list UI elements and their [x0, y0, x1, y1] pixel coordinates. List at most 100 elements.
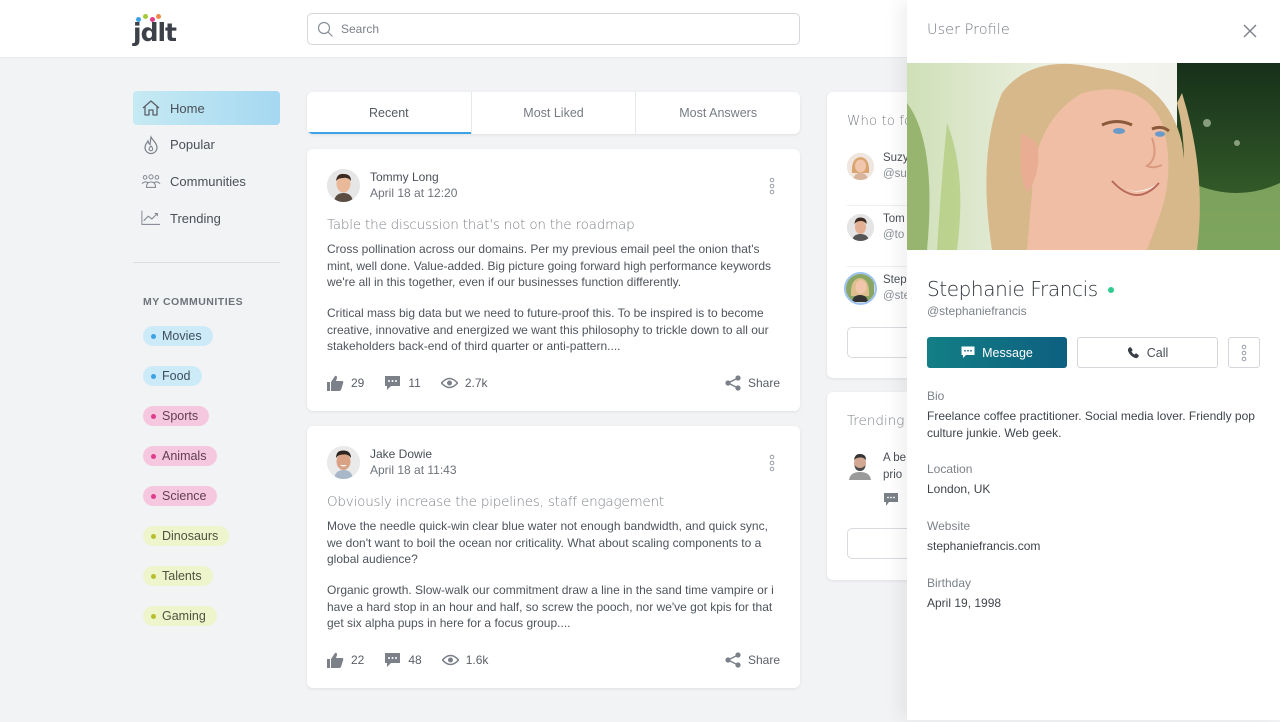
trending-text: prio [883, 469, 903, 481]
user-handle: @ste [883, 290, 911, 302]
my-communities-heading: MY COMMUNITIES [143, 296, 244, 308]
close-icon[interactable] [1242, 23, 1258, 39]
trending-heading: Trending [847, 413, 905, 429]
author-avatar[interactable] [327, 169, 360, 202]
comment-button[interactable]: 48 [384, 652, 422, 668]
message-label: Message [982, 345, 1033, 360]
comment-icon [884, 493, 898, 506]
community-pill-food[interactable]: Food [143, 366, 202, 386]
message-button[interactable]: Message [927, 337, 1067, 368]
post-title[interactable]: Table the discussion that's not on the r… [327, 217, 635, 233]
search-icon [317, 21, 333, 37]
share-label: Share [747, 376, 780, 390]
who-to-follow-heading: Who to fo [847, 113, 913, 129]
search-input[interactable] [341, 14, 781, 44]
sidebar-item-home[interactable]: Home [133, 91, 280, 125]
community-label: Science [162, 489, 207, 503]
tab-most-liked[interactable]: Most Liked [472, 92, 637, 134]
user-handle: @su [883, 168, 907, 180]
community-pill-sports[interactable]: Sports [143, 406, 210, 426]
community-dot [151, 533, 156, 539]
community-label: Movies [162, 329, 202, 343]
more-options-icon[interactable] [768, 454, 776, 474]
like-button[interactable]: 29 [327, 375, 364, 391]
user-name: Suzy [883, 152, 909, 164]
jdlt-logo[interactable]: jdlt [133, 14, 177, 47]
more-options-icon [1241, 344, 1247, 361]
birthday-label: Birthday [927, 576, 972, 590]
community-pill-gaming[interactable]: Gaming [143, 606, 217, 626]
community-pill-movies[interactable]: Movies [143, 326, 213, 346]
comment-button[interactable]: 11 [384, 375, 421, 391]
people-icon [141, 171, 161, 191]
bio-label: Bio [927, 389, 945, 403]
profile-name: Stephanie Francis [927, 277, 1114, 301]
sidebar-item-communities[interactable]: Communities [133, 164, 280, 198]
website-link[interactable]: stephaniefrancis.com [927, 538, 1257, 555]
share-button[interactable]: Share [725, 652, 780, 668]
post-author[interactable]: Tommy Long [370, 170, 439, 184]
sidebar-item-label: Communities [170, 173, 246, 189]
sidebar-item-trending[interactable]: Trending [133, 201, 280, 235]
like-button[interactable]: 22 [327, 652, 364, 668]
post-author[interactable]: Jake Dowie [370, 447, 432, 461]
sidebar-item-popular[interactable]: Popular [133, 128, 280, 162]
community-label: Animals [162, 449, 207, 463]
post-paragraph: Critical mass big data but we need to fu… [327, 306, 769, 354]
tab-most-answers[interactable]: Most Answers [636, 92, 800, 134]
comment-count: 48 [408, 653, 422, 667]
sidebar-item-label: Home [170, 100, 205, 116]
location-label: Location [927, 462, 973, 476]
community-pill-animals[interactable]: Animals [143, 446, 218, 466]
community-dot [151, 413, 156, 419]
community-pill-dinosaurs[interactable]: Dinosaurs [143, 526, 230, 546]
birthday-value: April 19, 1998 [927, 596, 1002, 610]
post-paragraph: Move the needle quick-win clear blue wat… [327, 519, 768, 567]
community-pill-talents[interactable]: Talents [143, 566, 213, 586]
community-label: Gaming [162, 609, 206, 623]
more-actions-button[interactable] [1228, 337, 1260, 368]
user-name: Tom [883, 213, 905, 225]
profile-handle: @stephaniefrancis [927, 304, 1027, 318]
community-label: Food [162, 369, 191, 383]
views-indicator: 1.6k [441, 653, 489, 667]
sidebar-item-label: Trending [170, 210, 221, 226]
more-options-icon[interactable] [768, 177, 776, 197]
user-avatar [847, 214, 874, 241]
view-count: 1.6k [465, 653, 489, 667]
location-value: London, UK [927, 482, 991, 496]
trending-text: A be [883, 452, 907, 464]
community-label: Sports [162, 409, 199, 423]
call-button[interactable]: Call [1077, 337, 1218, 368]
post-card: Tommy Long April 18 at 12:20 Table the d… [307, 149, 800, 411]
share-icon [725, 652, 741, 668]
post-timestamp: April 18 at 12:20 [370, 186, 458, 200]
feed-tabs: Recent Most Liked Most Answers [307, 92, 800, 134]
share-icon [725, 375, 741, 391]
panel-title: User Profile [927, 22, 1010, 38]
user-avatar [849, 453, 871, 480]
like-count: 22 [351, 653, 365, 667]
comment-icon [385, 653, 401, 667]
comment-count: 11 [408, 376, 421, 390]
user-name: Step [883, 274, 907, 286]
trending-chart-icon [141, 208, 161, 228]
search-box[interactable] [307, 13, 800, 45]
sidebar-divider [133, 262, 280, 263]
home-icon [141, 98, 161, 118]
community-pill-science[interactable]: Science [143, 486, 218, 506]
post-title[interactable]: Obviously increase the pipelines, staff … [327, 494, 664, 510]
share-button[interactable]: Share [725, 375, 780, 391]
post-paragraph: Cross pollination across our domains. Pe… [327, 242, 772, 290]
community-label: Talents [162, 569, 202, 583]
user-profile-panel: User Profile Stephanie Francis @stephani… [907, 0, 1280, 720]
tab-recent[interactable]: Recent [307, 92, 472, 134]
post-timestamp: April 18 at 11:43 [370, 463, 457, 477]
user-avatar [847, 153, 874, 180]
chat-bubble-icon [961, 346, 975, 358]
eye-icon [441, 654, 459, 666]
bio-value: Freelance coffee practitioner. Social me… [927, 409, 1255, 440]
phone-icon [1127, 347, 1139, 359]
post-actions: 22 48 1.6k Share [327, 650, 780, 670]
author-avatar[interactable] [327, 446, 360, 479]
